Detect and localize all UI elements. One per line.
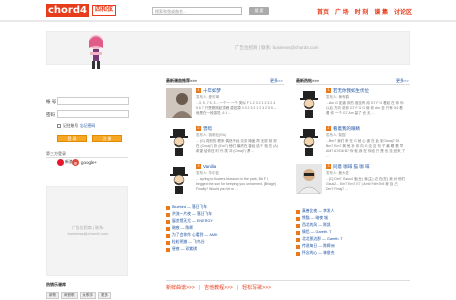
- username-label: 帐 号: [46, 99, 57, 104]
- song-excerpt: ...3, 5, 7 5, 3 ...一个一 一个 类似 F 1 2 3 2 1…: [196, 101, 277, 115]
- list-item[interactable]: 粒粒明澈 — 飞鸟谷: [166, 240, 204, 245]
- nav-forum[interactable]: 讨论区: [394, 7, 412, 16]
- nav-square[interactable]: 广 场: [335, 7, 349, 16]
- post-meta: 发布人: 黄有鹤: [326, 95, 349, 99]
- song-meta: 发布人: 桃莉丝(RA): [196, 133, 227, 137]
- nav-home[interactable]: 首页: [317, 7, 329, 16]
- rank-number: 1: [326, 88, 331, 93]
- hot-tags-title: 热销乐谱库: [46, 282, 66, 287]
- list-item[interactable]: Bluebird — 落日飞车: [166, 205, 207, 210]
- tag[interactable]: 两首歌: [61, 292, 78, 299]
- list-item[interactable]: 为了会你作 心看到 — AMK: [166, 233, 218, 238]
- nav-moments[interactable]: 时 刻: [355, 7, 369, 16]
- register-button[interactable]: 注 册: [92, 135, 122, 142]
- guitar-tutorial-link[interactable]: 吉他教程>>>: [204, 284, 233, 291]
- ad-sidebar-text: 广告位招商 | 联系: business@chord4.com: [67, 225, 109, 236]
- tag[interactable]: 新歌: [46, 292, 59, 299]
- list-item[interactable]: 北北那边那 — Gareth. T: [296, 237, 343, 242]
- divider: [166, 280, 410, 281]
- post-title[interactable]: 若无你我如生伏位: [333, 88, 369, 94]
- songwriting-link[interactable]: 轻松写歌>>>: [242, 284, 271, 291]
- list-item[interactable]: 昼夜 — 邓紫棋: [166, 247, 197, 252]
- weibo-icon[interactable]: [57, 159, 64, 166]
- list-item[interactable]: 洪流一片夜 — 落日飞车: [166, 212, 212, 217]
- post-meta: 发布人: 鹿大佐: [326, 171, 349, 175]
- song-card[interactable]: 2 曾暗 发布人: 桃莉丝(RA) ... (G) 真别的 看来 偶然不经 无奈…: [166, 126, 284, 160]
- google-plus-label[interactable]: google+: [81, 160, 97, 165]
- song-title[interactable]: Vanilla: [203, 164, 216, 169]
- rank-number: 2: [326, 126, 331, 131]
- song-card[interactable]: 1 十年如梦 发布人: 爱可琳 ...3, 5, 7 5, 3 ...一个一 一…: [166, 88, 284, 122]
- post-excerpt: ...Bm7 我们 来 在 G 就 心 谢 在 此 到 Dmaj7 Dt Bm7…: [326, 139, 406, 158]
- nav-collections[interactable]: 谱 集: [374, 7, 388, 16]
- search-input[interactable]: 搜索和弦或曲名...: [152, 7, 242, 15]
- list-item[interactable]: 情侣 — Gareth. T: [296, 230, 331, 235]
- password-label: 密码: [46, 112, 55, 117]
- divider: [46, 157, 128, 158]
- hot-tags: 新歌 两首歌 女歌手 更多: [46, 292, 111, 299]
- post-card[interactable]: 3 同意 咖啡 猫 咖 啡 发布人: 鹿大佐 ...[C] Dm7 Gsus4 …: [296, 164, 410, 198]
- tag[interactable]: 女歌手: [79, 292, 96, 299]
- song-meta: 发布人: 爱可琳: [196, 95, 219, 99]
- post-meta: 发布人: 梨园: [326, 133, 346, 137]
- default-avatar-icon: [166, 126, 192, 156]
- password-field[interactable]: [57, 110, 129, 118]
- song-thumbnail: [166, 88, 192, 118]
- post-card[interactable]: 2 看着我的眼睛 发布人: 梨园 ...Bm7 我们 来 在 G 就 心 谢 在…: [296, 126, 410, 160]
- rank-number: 3: [326, 164, 331, 169]
- song-card[interactable]: 3 Vanilla 发布人: 华尔兹 ... spring to flowers…: [166, 164, 284, 198]
- user-photo: [296, 164, 322, 194]
- divider: [296, 84, 410, 85]
- remember-checkbox[interactable]: [57, 124, 61, 128]
- song-title[interactable]: 十年如梦: [203, 88, 221, 94]
- remember-label: 记住账号: [63, 124, 79, 128]
- song-excerpt: ... (G) 真别的 看来 偶然不经 无奈 掩盖 再 无愿 就 现在 (Cma…: [196, 139, 278, 153]
- default-avatar-icon: [296, 88, 322, 118]
- song-title[interactable]: 曾暗: [203, 126, 212, 132]
- list-item[interactable]: 展览馆无尤 — ENERGY: [166, 219, 213, 224]
- list-item[interactable]: 暗夜 — 陈辉: [166, 226, 193, 231]
- login-button[interactable]: 登 录: [57, 135, 87, 142]
- list-item[interactable]: 真善比夜 — 李发人: [296, 209, 334, 214]
- tag[interactable]: 更多: [98, 292, 111, 299]
- ad-sidebar[interactable]: 广告位招商 | 联系: business@chord4.com: [46, 186, 128, 276]
- main-nav: 首页 广 场 时 刻 谱 集 讨论区: [317, 7, 412, 16]
- song-meta: 发布人: 华尔兹: [196, 171, 219, 175]
- rank-number: 1: [196, 88, 201, 93]
- mascot-image: [89, 35, 103, 69]
- logo-cn[interactable]: 四和弦: [92, 5, 117, 16]
- rank-number: 3: [196, 164, 201, 169]
- username-field[interactable]: [57, 97, 129, 105]
- post-title[interactable]: 看着我的眼睛: [333, 126, 360, 132]
- post-excerpt: ...Am G 如道 你的 谁没有 用 G7 F G 看起 在 你 你以后 方向…: [326, 101, 404, 115]
- song-excerpt: ... spring to flowers blossom in the par…: [196, 177, 276, 191]
- list-item[interactable]: 怀念的心 — 林俊杰: [296, 251, 334, 256]
- top-bar: chord4 四和弦 搜索和弦或曲名... 搜 索 首页 广 场 时 刻 谱 集…: [0, 0, 456, 22]
- rank-number: 2: [196, 126, 201, 131]
- list-item[interactable]: 西北的风 — 陈凯: [296, 223, 331, 228]
- default-avatar-icon: [166, 164, 192, 194]
- default-avatar-icon: [296, 126, 322, 156]
- list-item[interactable]: 熊猫 — 暗夜 城: [296, 216, 328, 221]
- search-button[interactable]: 搜 索: [249, 7, 269, 15]
- bottom-section-links: 新鲜曲谱>>> | 吉他教程>>> | 轻松写歌>>>: [166, 284, 271, 292]
- banner-text: 广告位招商 | 联系: business@chord4.com: [235, 45, 319, 50]
- post-card[interactable]: 1 若无你我如生伏位 发布人: 黄有鹤 ...Am G 如道 你的 谁没有 用 …: [296, 88, 410, 122]
- divider: [166, 84, 284, 85]
- new-scores-link[interactable]: 新鲜曲谱>>>: [166, 284, 195, 291]
- post-title[interactable]: 同意 咖啡 猫 咖 啡: [333, 164, 370, 170]
- google-plus-icon[interactable]: g: [72, 159, 79, 166]
- logo[interactable]: chord4: [46, 4, 89, 17]
- forgot-password-link[interactable]: 忘记密码: [80, 124, 95, 129]
- post-excerpt: ...[C] Dm7 Gsus4 宝(仕) 我(主) 边 在(在) 我 对 他们…: [326, 177, 406, 191]
- list-item[interactable]: 传说每日 — 陈辉洲: [296, 244, 334, 249]
